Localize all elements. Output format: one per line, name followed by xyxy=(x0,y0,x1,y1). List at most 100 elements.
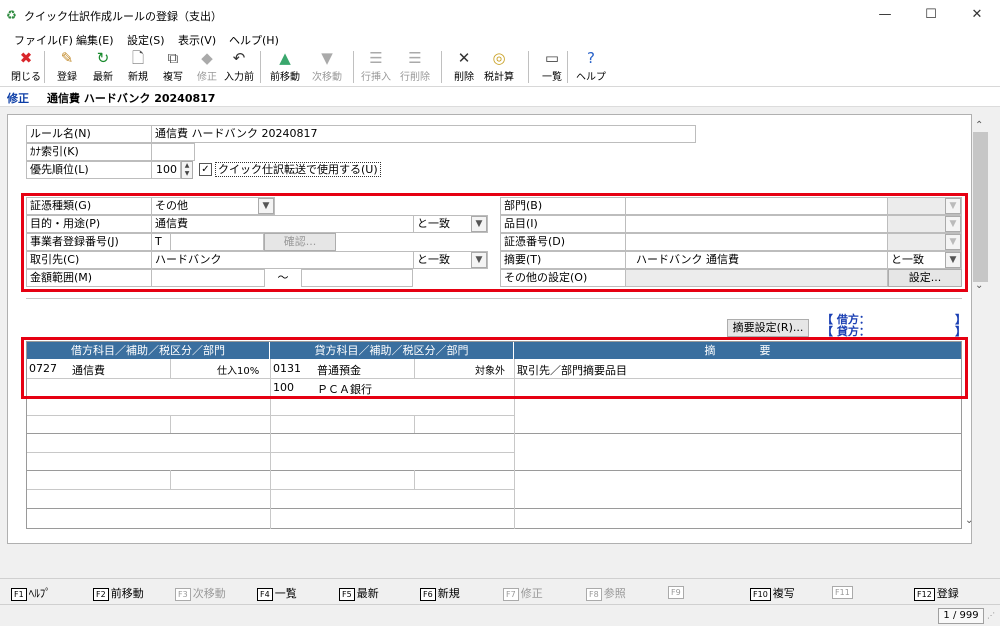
toolbar-insert-row-button[interactable]: ☰ 行挿入 xyxy=(359,49,393,85)
fkey-f9[interactable]: F9 xyxy=(668,585,686,599)
toolbar-label: 入力前 xyxy=(224,72,254,83)
fkey-badge: F5 xyxy=(339,588,355,601)
reg-no-label: 事業者登録番号(J) xyxy=(26,233,152,251)
toolbar-label: 前移動 xyxy=(270,72,300,83)
chevron-down-icon: ▼ xyxy=(945,198,961,214)
debit-account-name[interactable]: 通信費 xyxy=(72,362,105,378)
grid-header-debit: 借方科目／補助／税区分／部門 xyxy=(27,342,270,359)
fkey-f6[interactable]: F6 新規 xyxy=(420,585,460,601)
undo-icon: ↶ xyxy=(232,49,246,67)
toolbar: ✖ 閉じる ✎ 登録 ↻ 最新 🗋 新規 ⧉ 複写 ◆ 修正 ↶ 入力前 ▲ 前移動 ▼ 次移動 ☰ 行挿入 ☰ 行削除 ✕… xyxy=(0,47,1000,87)
dept-input[interactable] xyxy=(625,197,888,215)
toolbar-label: 修正 xyxy=(197,72,217,83)
fkey-f2[interactable]: F2 前移動 xyxy=(93,585,144,601)
fkey-label: 登録 xyxy=(936,587,959,600)
toolbar-label: 一覧 xyxy=(542,72,562,83)
journal-grid: 借方科目／補助／税区分／部門 貸方科目／補助／税区分／部門 摘 要 0727 通… xyxy=(26,341,962,529)
menu-edit[interactable]: 編集(E) xyxy=(76,32,114,48)
toolbar-new-button[interactable]: 🗋 新規 xyxy=(121,49,155,85)
item-input[interactable] xyxy=(625,215,888,233)
summary-input[interactable]: ハードバンク 通信費 xyxy=(625,251,888,269)
window-title: クイック仕訳作成ルールの登録（支出） xyxy=(24,10,222,23)
summary-setting-button[interactable]: 摘要設定(R)... xyxy=(727,319,809,337)
toolbar-edit-button[interactable]: ◆ 修正 xyxy=(190,49,224,85)
toolbar-delete-button[interactable]: ✕ 削除 xyxy=(447,49,481,85)
chevron-down-icon[interactable]: ▼ xyxy=(945,252,961,268)
toolbar-help-button[interactable]: ? ヘルプ xyxy=(574,49,608,85)
new-icon: 🗋 xyxy=(131,49,145,67)
menu-settings[interactable]: 設定(S) xyxy=(127,32,165,48)
menu-help[interactable]: ヘルプ(H) xyxy=(229,32,279,48)
maximize-button[interactable]: ☐ xyxy=(908,0,954,30)
fkey-f3[interactable]: F3 次移動 xyxy=(175,585,226,601)
fkey-label: ﾍﾙﾌﾟ xyxy=(28,587,51,600)
purpose-input[interactable]: 通信費 xyxy=(151,215,414,233)
credit-tax-class[interactable]: 対象外 xyxy=(475,362,505,377)
toolbar-list-button[interactable]: ▭ 一覧 xyxy=(535,49,569,85)
rule-name-label: ルール名(N) xyxy=(26,125,152,143)
purpose-label: 目的・用途(P) xyxy=(26,215,152,233)
voucher-type-select[interactable]: その他 xyxy=(151,197,275,215)
toolbar-move-up-button[interactable]: ▲ 前移動 xyxy=(268,49,302,85)
toolbar-refresh-button[interactable]: ↻ 最新 xyxy=(86,49,120,85)
voucher-no-input[interactable] xyxy=(625,233,888,251)
grid-header-credit: 貸方科目／補助／税区分／部門 xyxy=(270,342,514,359)
toolbar-separator xyxy=(441,51,442,83)
toolbar-delete-row-button[interactable]: ☰ 行削除 xyxy=(398,49,432,85)
chevron-down-icon[interactable]: ▼ xyxy=(258,198,274,214)
scroll-thumb[interactable] xyxy=(973,132,988,282)
amount-from-input[interactable] xyxy=(151,269,265,287)
scroll-up-icon[interactable]: ⌃ xyxy=(975,120,983,131)
fkey-f7[interactable]: F7 修正 xyxy=(503,585,543,601)
chevron-down-icon[interactable]: ▼ xyxy=(471,216,487,232)
debit-tax-class[interactable]: 仕入10% xyxy=(217,362,259,377)
fkey-label: 修正 xyxy=(520,587,543,600)
toolbar-close-button[interactable]: ✖ 閉じる xyxy=(9,49,43,85)
credit-sub-code[interactable]: 100 xyxy=(273,381,294,394)
dept-label: 部門(B) xyxy=(500,197,626,215)
menu-file[interactable]: ファイル(F) xyxy=(14,32,73,48)
fkey-badge: F7 xyxy=(503,588,519,601)
other-settings-button[interactable]: 設定... xyxy=(888,269,962,287)
credit-account-code[interactable]: 0131 xyxy=(273,362,301,375)
toolbar-copy-button[interactable]: ⧉ 複写 xyxy=(156,49,190,85)
summary-label: 摘要(T) xyxy=(500,251,626,269)
fkey-f11[interactable]: F11 xyxy=(832,585,855,599)
fkey-f12[interactable]: F12 登録 xyxy=(914,585,959,601)
priority-input[interactable]: 100 xyxy=(151,161,181,179)
priority-spinner[interactable]: ▲ ▼ xyxy=(181,161,193,179)
grid-scroll-down-icon[interactable]: ⌄ xyxy=(965,515,973,526)
confirm-button[interactable]: 確認... xyxy=(264,233,336,251)
scroll-down-icon[interactable]: ⌄ xyxy=(975,280,983,291)
fkey-f4[interactable]: F4 一覧 xyxy=(257,585,297,601)
toolbar-tax-calc-button[interactable]: ◎ 税計算 xyxy=(482,49,516,85)
close-window-button[interactable]: ✕ xyxy=(954,0,1000,30)
fkey-f8[interactable]: F8 参照 xyxy=(586,585,626,601)
partner-input[interactable]: ハードバンク xyxy=(151,251,414,269)
debit-account-code[interactable]: 0727 xyxy=(29,362,57,375)
fkey-f10[interactable]: F10 複写 xyxy=(750,585,795,601)
fkey-f1[interactable]: F1 ﾍﾙﾌﾟ xyxy=(11,585,51,601)
toolbar-move-down-button[interactable]: ▼ 次移動 xyxy=(310,49,344,85)
minimize-button[interactable]: — xyxy=(862,0,908,30)
fkey-f5[interactable]: F5 最新 xyxy=(339,585,379,601)
toolbar-undo-button[interactable]: ↶ 入力前 xyxy=(222,49,256,85)
chevron-down-icon[interactable]: ▼ xyxy=(471,252,487,268)
resize-grip-icon[interactable]: ⋰ xyxy=(987,611,995,620)
grid-summary-cell[interactable]: 取引先／部門摘要品目 xyxy=(517,362,627,378)
reg-no-input[interactable] xyxy=(170,233,264,251)
amount-to-input[interactable] xyxy=(301,269,413,287)
fkey-badge: F10 xyxy=(750,588,771,601)
voucher-no-label: 証憑番号(D) xyxy=(500,233,626,251)
quick-transfer-checkbox[interactable]: ✓ xyxy=(199,163,212,176)
fkey-badge: F1 xyxy=(11,588,27,601)
rule-name-input[interactable]: 通信費 ハードバンク 20240817 xyxy=(151,125,696,143)
credit-account-name[interactable]: 普通預金 xyxy=(317,362,361,378)
credit-sub-name[interactable]: ＰＣＡ銀行 xyxy=(317,381,372,397)
menu-view[interactable]: 表示(V) xyxy=(178,32,216,48)
toolbar-register-button[interactable]: ✎ 登録 xyxy=(50,49,84,85)
kana-index-input[interactable] xyxy=(151,143,195,161)
toolbar-label: 税計算 xyxy=(484,72,514,83)
delete-row-icon: ☰ xyxy=(408,49,422,67)
fkey-badge: F12 xyxy=(914,588,935,601)
